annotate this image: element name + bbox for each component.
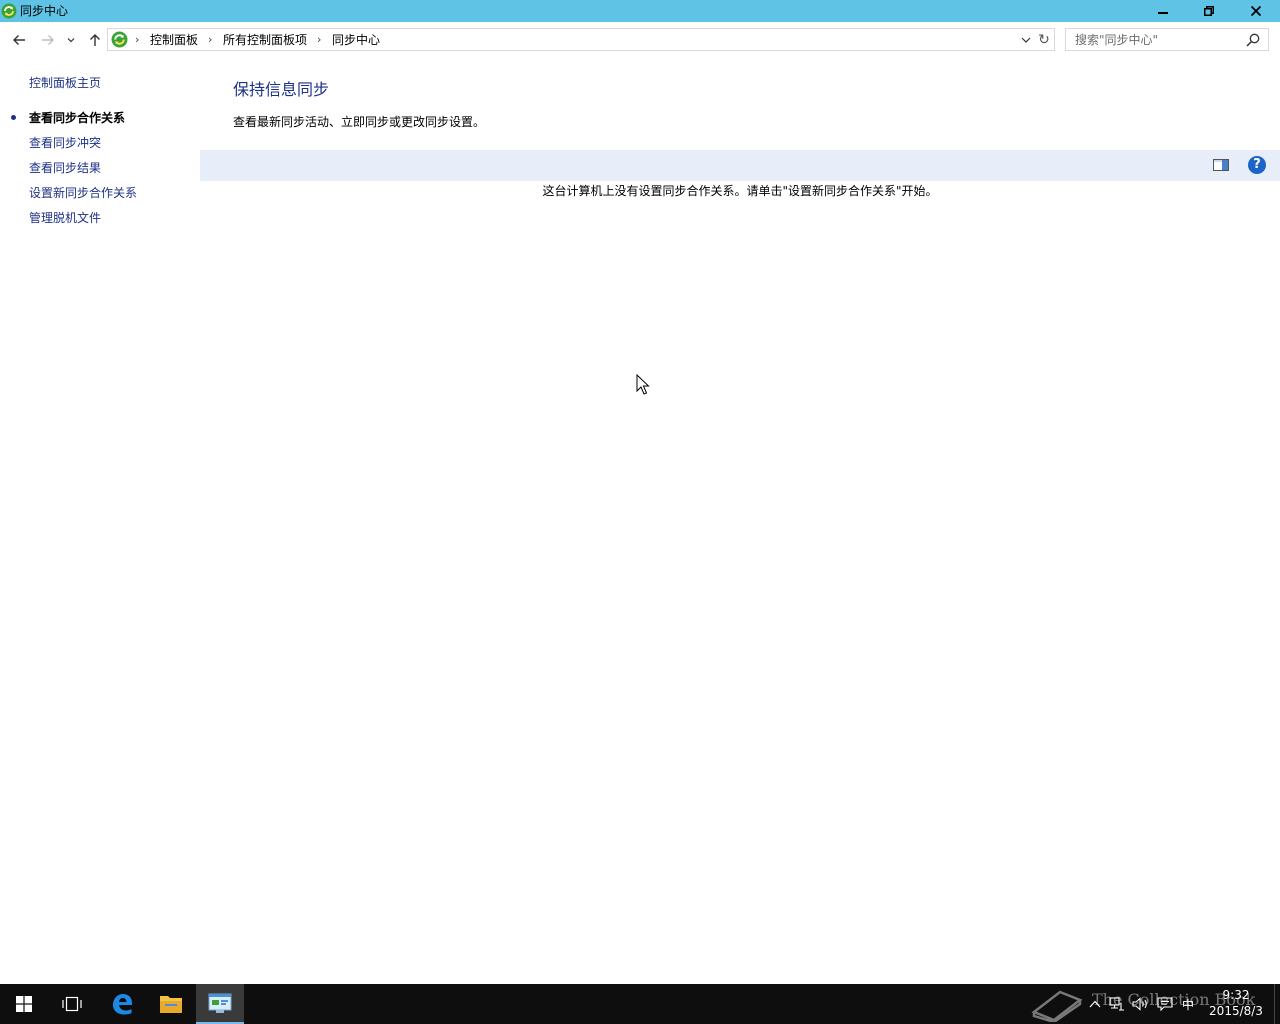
tray-overflow-button[interactable] [1086,984,1104,1024]
breadcrumb-separator[interactable]: › [135,32,139,48]
address-dropdown-button[interactable] [1018,32,1034,48]
action-center-button[interactable] [1154,984,1176,1024]
task-pane: 控制面板主页 查看同步合作关系 查看同步冲突 查看同步结果 设置新同步合作关系 … [0,58,200,984]
breadcrumb-control-panel[interactable]: 控制面板 [150,32,198,48]
sidebar-item-view-results[interactable]: 查看同步结果 [29,160,101,176]
edge-taskbar-button[interactable] [98,984,146,1024]
arrow-up-icon [90,34,100,46]
window-title: 同步中心 [20,4,69,18]
sidebar-item-manage-offline-files[interactable]: 管理脱机文件 [29,210,101,226]
file-explorer-icon [160,996,182,1013]
arrow-left-icon [13,35,25,45]
close-button[interactable] [1232,0,1280,22]
show-desktop-button[interactable] [1274,984,1280,1024]
chevron-down-icon [67,38,75,43]
search-box[interactable] [1065,28,1269,51]
control-panel-icon [208,993,232,1013]
breadcrumb-sync-center[interactable]: 同步中心 [332,32,380,48]
clock-date: 2015/8/3 [1209,1004,1263,1018]
restore-button[interactable] [1186,0,1232,22]
page-title: 保持信息同步 [233,80,330,99]
restore-icon [1204,6,1214,16]
input-language-indicator[interactable]: 中 [1178,984,1198,1024]
chevron-down-icon [1021,37,1031,43]
preview-pane-icon[interactable] [1212,157,1230,173]
task-view-button[interactable] [48,984,96,1024]
arrow-right-icon [42,35,54,45]
chevron-up-icon [1089,1000,1101,1008]
sidebar-item-view-partnerships[interactable]: 查看同步合作关系 [29,110,125,126]
book-icon [1031,990,1083,1022]
sync-center-icon [111,31,128,48]
speaker-icon [1132,997,1147,1011]
minimize-button[interactable] [1140,0,1186,22]
sidebar-item-setup-partnership[interactable]: 设置新同步合作关系 [29,185,137,201]
breadcrumb-separator[interactable]: › [208,32,212,48]
search-icon[interactable] [1246,33,1260,47]
start-button[interactable] [0,984,48,1024]
navigation-bar: › 控制面板 › 所有控制面板项 › 同步中心 ↻ [0,22,1280,58]
address-bar[interactable]: › 控制面板 › 所有控制面板项 › 同步中心 ↻ [107,28,1055,51]
edge-icon [113,994,132,1015]
title-bar: 同步中心 [0,0,1280,22]
notification-icon [1157,997,1173,1011]
page-description: 查看最新同步活动、立即同步或更改同步设置。 [233,115,486,129]
minimize-icon [1158,12,1168,14]
start-icon [16,996,32,1012]
sidebar-item-control-panel-home[interactable]: 控制面板主页 [29,75,101,91]
volume-tray-button[interactable] [1130,984,1152,1024]
mouse-cursor-icon [636,374,650,395]
command-bar: ? [200,150,1280,181]
empty-state-message: 这台计算机上没有设置同步合作关系。请单击"设置新同步合作关系"开始。 [542,184,938,198]
taskbar: The Collection Book 中 9:32 2015/8/3 [0,984,1280,1024]
forward-button[interactable] [38,30,58,50]
network-icon [1109,997,1124,1011]
sidebar-item-view-conflicts[interactable]: 查看同步冲突 [29,135,101,151]
close-icon [1251,6,1261,16]
taskbar-clock[interactable]: 9:32 2015/8/3 [1200,987,1272,1019]
search-input[interactable] [1066,29,1244,50]
up-button[interactable] [85,30,105,50]
breadcrumb-separator[interactable]: › [317,32,321,48]
breadcrumb-all-items[interactable]: 所有控制面板项 [223,32,307,48]
task-view-icon [62,996,82,1012]
back-button[interactable] [9,30,29,50]
network-tray-button[interactable] [1106,984,1128,1024]
active-item-bullet [11,115,16,120]
sync-center-icon [1,3,17,19]
clock-time: 9:32 [1222,988,1250,1002]
help-button[interactable]: ? [1248,156,1266,174]
file-explorer-taskbar-button[interactable] [147,984,195,1024]
control-panel-taskbar-button[interactable] [196,984,244,1024]
recent-locations-button[interactable] [63,30,79,50]
refresh-button[interactable]: ↻ [1036,32,1052,48]
main-content: 保持信息同步 查看最新同步活动、立即同步或更改同步设置。 ? 这台计算机上没有设… [200,58,1280,984]
